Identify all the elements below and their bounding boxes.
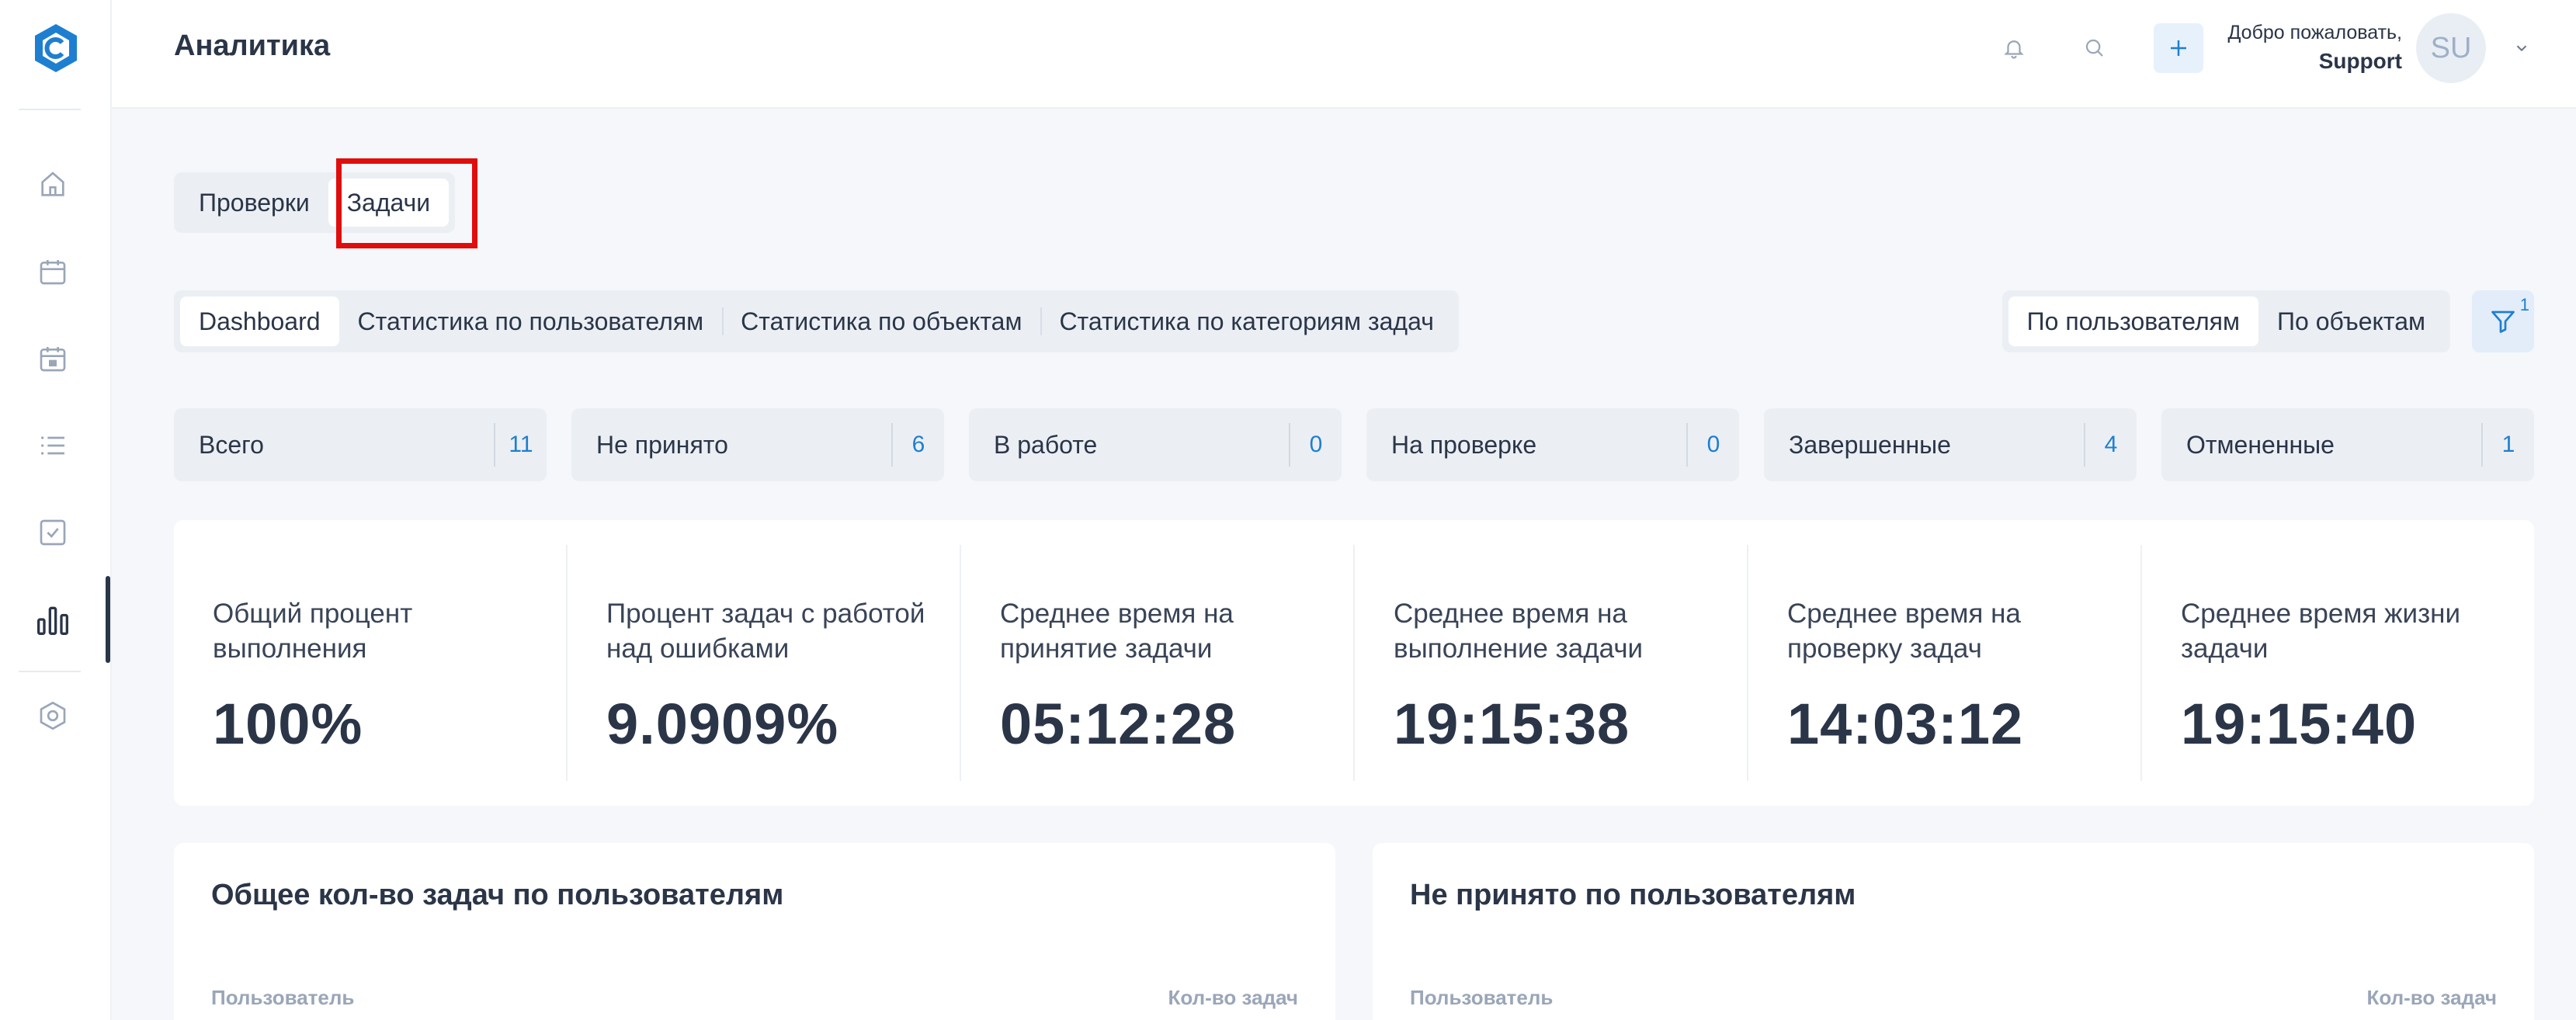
counter-cancelled: Отмененные 1 xyxy=(2161,408,2534,481)
stat-value: 14:03:12 xyxy=(1787,692,2024,756)
counter-value: 4 xyxy=(2104,432,2118,457)
sidebar-item-calendar-event[interactable] xyxy=(30,335,76,382)
column-header-task-count[interactable]: Кол-во задач xyxy=(2367,986,2497,1010)
counter-label: Не принято xyxy=(596,430,728,459)
stat-label: Общий процент выполнения xyxy=(213,598,413,664)
sidebar-divider xyxy=(19,671,81,672)
counter-value: 11 xyxy=(509,432,533,457)
counter-label: В работе xyxy=(994,430,1098,459)
add-button[interactable] xyxy=(2154,23,2203,73)
welcome-block: Добро пожаловать, Support xyxy=(2227,22,2402,74)
chevron-down-icon xyxy=(2516,45,2527,52)
stat-completion-rate: Общий процент выполнения 100% xyxy=(174,545,566,781)
calendar-event-icon xyxy=(40,347,66,372)
filter-button[interactable]: 1 xyxy=(2472,290,2534,352)
sidebar-active-indicator xyxy=(106,576,110,663)
sidebar-item-calendar[interactable] xyxy=(30,248,76,295)
checkbox-icon xyxy=(40,519,66,546)
counter-on-review: На проверке 0 xyxy=(1366,408,1739,481)
column-header-user[interactable]: Пользователь xyxy=(1410,986,1553,1010)
search-icon xyxy=(2085,39,2103,57)
counter-value: 0 xyxy=(1706,432,1720,457)
counter-value: 6 xyxy=(911,432,925,457)
toggle-by-users[interactable]: По пользователям xyxy=(2008,297,2258,346)
stat-label: Процент задач с работой над ошибками xyxy=(606,598,925,664)
avatar[interactable]: SU xyxy=(2416,13,2486,83)
settings-hex-icon xyxy=(40,701,66,730)
stat-avg-accept-time: Среднее время на принятие задачи 05:12:2… xyxy=(960,545,1353,781)
tab-checks[interactable]: Проверки xyxy=(180,179,328,227)
panel-total-tasks-by-users: Общее кол-во задач по пользователям Поль… xyxy=(174,843,1335,1020)
stat-label: Среднее время на принятие задачи xyxy=(1000,598,1234,664)
counter-label: На проверке xyxy=(1391,430,1537,459)
filter-icon xyxy=(2491,311,2515,333)
sidebar xyxy=(0,0,112,1020)
counter-not-accepted: Не принято 6 xyxy=(571,408,944,481)
stat-value: 19:15:38 xyxy=(1394,692,1630,756)
column-header-user[interactable]: Пользователь xyxy=(211,986,354,1010)
counter-value: 1 xyxy=(2501,432,2515,457)
stat-label: Среднее время жизни задачи xyxy=(2181,598,2460,664)
welcome-text: Добро пожаловать, xyxy=(2227,22,2402,43)
stat-label: Среднее время на проверку задач xyxy=(1787,598,2021,664)
stat-value: 19:15:40 xyxy=(2181,692,2418,756)
sidebar-item-list[interactable] xyxy=(30,422,76,469)
stat-avg-lifetime: Среднее время жизни задачи 19:15:40 xyxy=(2140,545,2534,781)
counter-completed: Завершенные 4 xyxy=(1764,408,2137,481)
bell-icon xyxy=(2004,40,2024,59)
counter-in-progress: В работе 0 xyxy=(969,408,1342,481)
counter-label: Завершенные xyxy=(1789,430,1951,459)
page-title: Аналитика xyxy=(174,29,331,62)
logo-icon[interactable] xyxy=(30,22,82,75)
stat-value: 100% xyxy=(213,692,363,756)
stat-value: 05:12:28 xyxy=(1000,692,1237,756)
column-header-task-count[interactable]: Кол-во задач xyxy=(1168,986,1298,1010)
tab-dashboard[interactable]: Dashboard xyxy=(180,297,339,346)
sidebar-item-settings[interactable] xyxy=(30,692,76,739)
tab-category-stats[interactable]: Статистика по категориям задач xyxy=(1040,297,1452,346)
stat-value: 9.0909% xyxy=(606,692,839,756)
panel-title: Общее кол-во задач по пользователям xyxy=(211,879,784,911)
list-icon xyxy=(41,436,64,455)
counter-label: Отмененные xyxy=(2186,430,2335,459)
stat-avg-review-time: Среднее время на проверку задач 14:03:12 xyxy=(1747,545,2140,781)
sidebar-item-checklist[interactable] xyxy=(30,509,76,556)
stat-label: Среднее время на выполнение задачи xyxy=(1394,598,1644,664)
sidebar-item-home[interactable] xyxy=(30,161,76,208)
counter-value: 0 xyxy=(1309,432,1323,457)
calendar-icon xyxy=(40,260,66,285)
search-button[interactable] xyxy=(2070,23,2119,73)
notifications-button[interactable] xyxy=(1989,23,2039,73)
counter-total: Всего 11 xyxy=(174,408,547,481)
user-menu-toggle[interactable] xyxy=(2508,34,2536,62)
home-icon xyxy=(41,172,64,196)
tab-object-stats[interactable]: Статистика по объектам xyxy=(722,297,1040,346)
view-toggle: По пользователям По объектам xyxy=(2001,290,2450,352)
plus-icon xyxy=(2171,40,2186,56)
tasks-tab-highlight xyxy=(336,158,477,248)
header: Аналитика Добро пожаловать, Support SU xyxy=(112,0,2576,109)
user-name: Support xyxy=(2318,49,2402,73)
stat-avg-execution-time: Среднее время на выполнение задачи 19:15… xyxy=(1353,545,1747,781)
stat-rework-rate: Процент задач с работой над ошибками 9.0… xyxy=(566,545,960,781)
sidebar-item-analytics[interactable] xyxy=(30,596,76,643)
filter-count-badge: 1 xyxy=(2519,295,2529,314)
stats-card: Общий процент выполнения 100% Процент за… xyxy=(174,520,2534,806)
panel-not-accepted-by-users: Не принято по пользователям Пользователь… xyxy=(1373,843,2534,1020)
secondary-tabs: Dashboard Статистика по пользователям Ст… xyxy=(174,290,1459,352)
sidebar-divider xyxy=(19,109,81,110)
bar-chart-icon xyxy=(37,606,68,635)
toggle-by-objects[interactable]: По объектам xyxy=(2258,297,2444,346)
tab-user-stats[interactable]: Статистика по пользователям xyxy=(339,297,723,346)
counter-label: Всего xyxy=(199,430,264,459)
panel-title: Не принято по пользователям xyxy=(1410,879,1856,911)
